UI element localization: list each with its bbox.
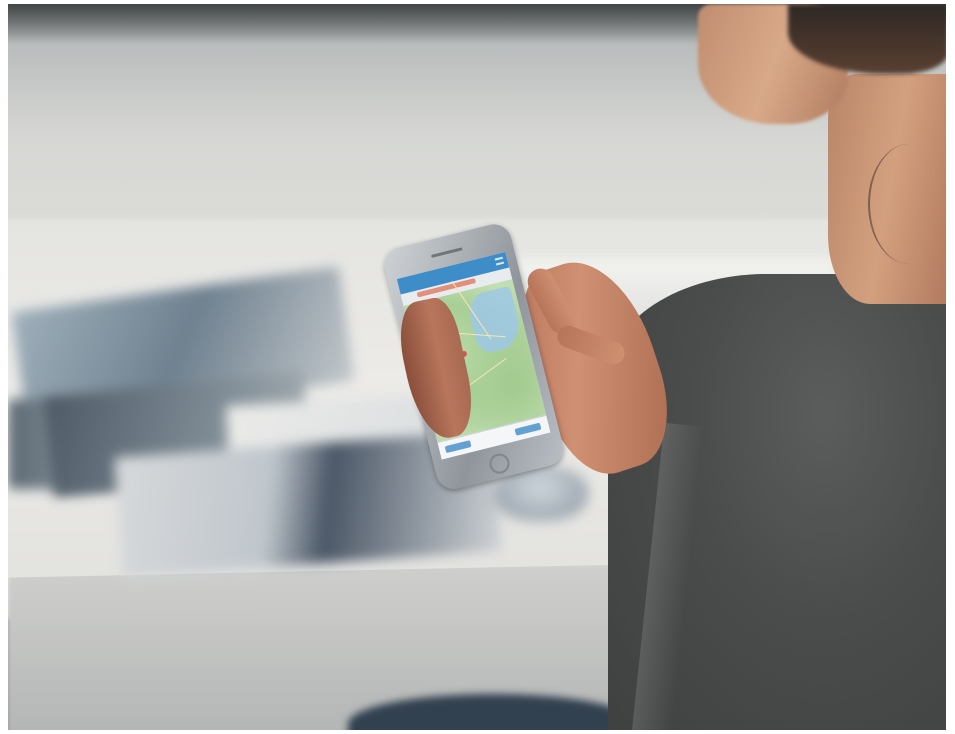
- map-water: [465, 285, 525, 356]
- speaker-grille: [430, 247, 463, 258]
- photo: [8, 4, 946, 730]
- necklace: [868, 144, 946, 264]
- home-button: [487, 451, 512, 476]
- menu-icon: [494, 256, 505, 266]
- bottom-bar-button: [514, 422, 542, 436]
- bottom-bar-button: [444, 440, 472, 454]
